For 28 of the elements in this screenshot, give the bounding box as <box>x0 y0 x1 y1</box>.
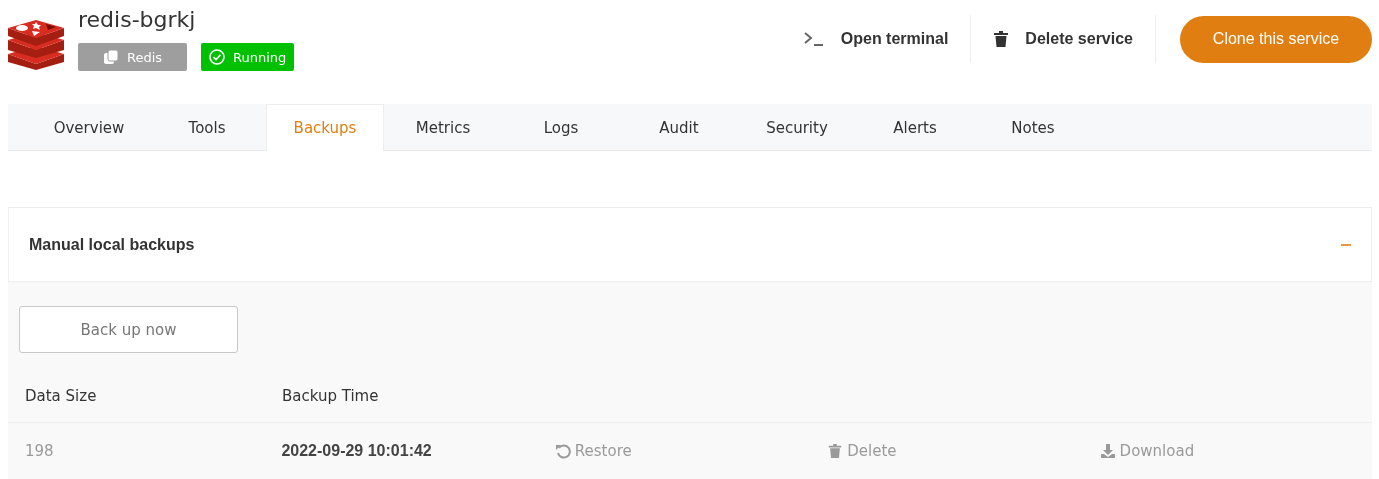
section-title: Manual local backups <box>29 235 195 254</box>
delete-service-button[interactable]: Delete service <box>970 15 1156 63</box>
copy-icon <box>102 49 119 65</box>
service-name: redis-bgrkj <box>78 6 197 34</box>
tab[interactable]: Metrics <box>384 104 502 151</box>
tab[interactable]: Audit <box>620 104 738 151</box>
table-cell-text: 2022-09-29 10:01:42 <box>281 442 433 460</box>
undo-icon <box>554 443 571 459</box>
terminal-icon <box>802 31 825 47</box>
tab[interactable]: Notes <box>974 104 1092 151</box>
check-circle-icon <box>209 49 225 65</box>
status-badge: Running <box>201 43 295 71</box>
tab[interactable]: Security <box>738 104 856 151</box>
back-up-now-button[interactable]: Back up now <box>19 306 238 353</box>
tab[interactable]: Overview <box>30 104 148 151</box>
download-icon <box>1099 443 1116 459</box>
section-header[interactable]: Manual local backups <box>8 207 1372 282</box>
open-terminal-button[interactable]: Open terminal <box>780 15 971 63</box>
tab[interactable]: Tools <box>148 104 266 151</box>
column-header: Backup Time <box>282 386 380 405</box>
trash-icon <box>993 30 1010 48</box>
trash-icon <box>827 443 844 459</box>
service-type-badge: Redis <box>78 43 187 71</box>
redis-logo-icon <box>6 18 66 70</box>
tab[interactable]: Alerts <box>856 104 974 151</box>
table-cell-text: 198 <box>24 442 55 460</box>
tab[interactable]: Logs <box>502 104 620 151</box>
column-header: Data Size <box>24 386 98 405</box>
